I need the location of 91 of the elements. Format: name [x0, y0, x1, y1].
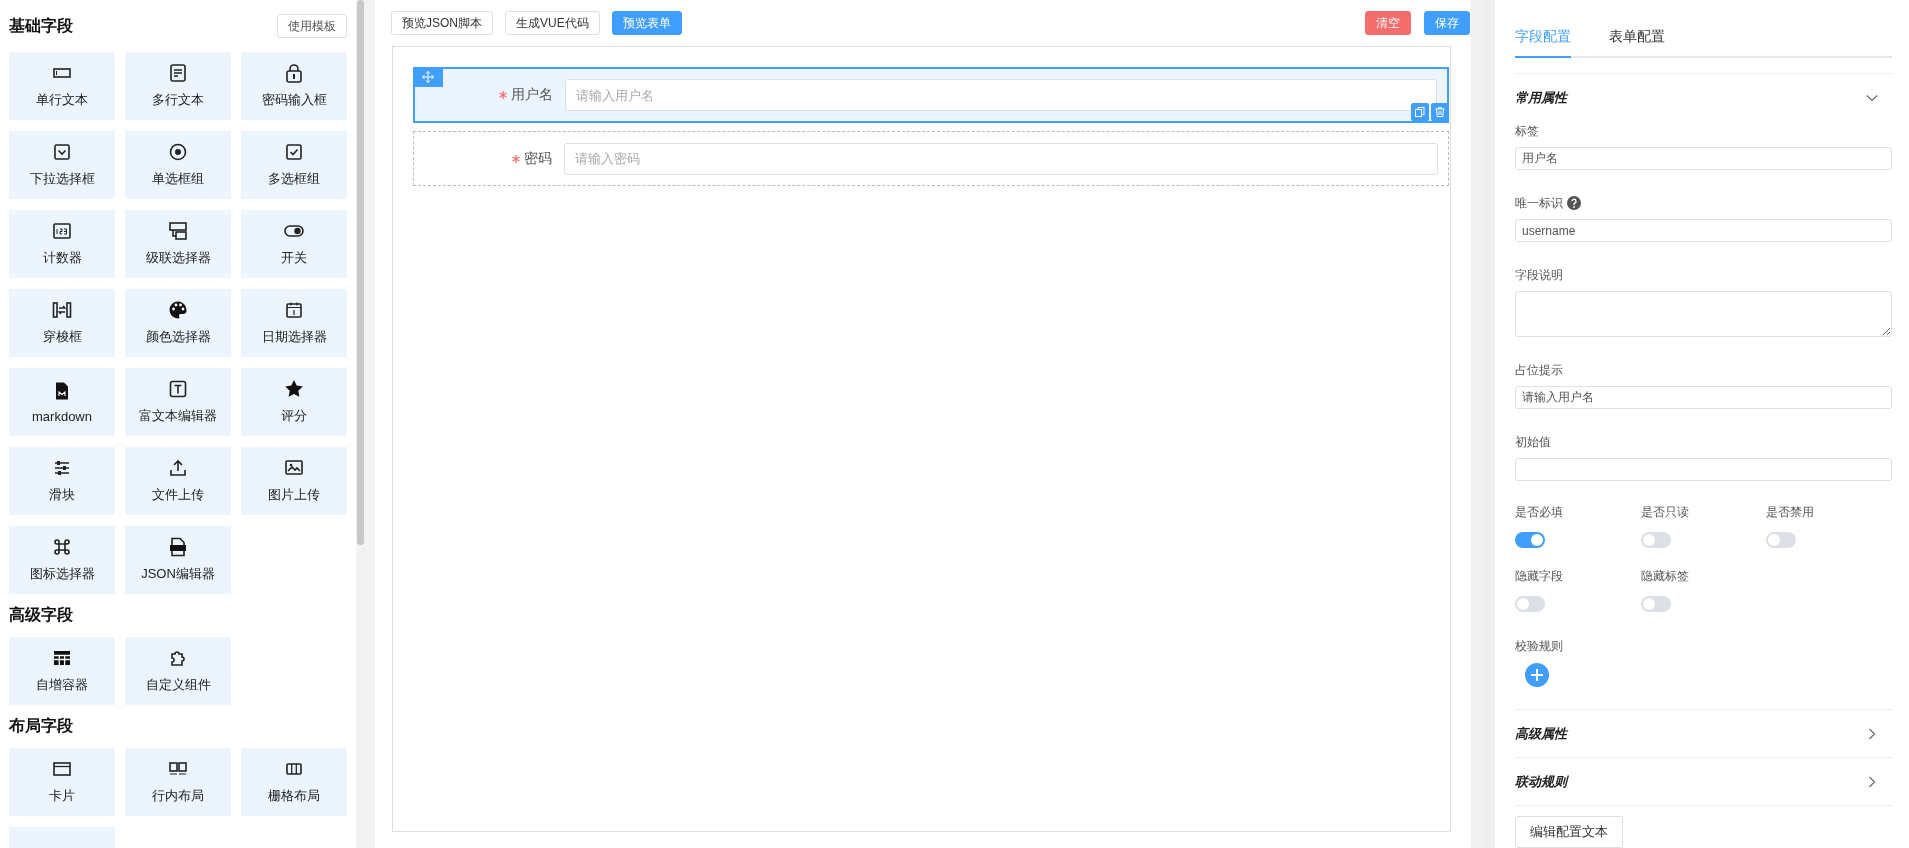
component-tile[interactable]: markdown: [9, 368, 115, 436]
section-title: 布局字段: [9, 716, 73, 736]
file-icon: [168, 537, 188, 557]
field-label: 标签: [1515, 122, 1539, 140]
tab[interactable]: 表单配置: [1609, 28, 1665, 58]
star-icon: [284, 379, 304, 399]
toggle-switch[interactable]: [1640, 596, 1671, 612]
component-tile[interactable]: 滑块: [9, 447, 115, 515]
component-tile[interactable]: 颜色选择器: [125, 289, 231, 357]
component-tile[interactable]: 密码输入框: [241, 52, 347, 120]
field-label: 唯一标识: [1515, 194, 1563, 212]
chevron-right-icon: [1866, 775, 1878, 788]
stacked-boxes-icon: [168, 221, 188, 241]
section-title: 高级字段: [9, 605, 73, 625]
number-box-icon: [52, 221, 72, 241]
switch-label: 隐藏标签: [1640, 568, 1689, 585]
component-tile[interactable]: 图片上传: [241, 447, 347, 515]
drag-handle[interactable]: [413, 67, 443, 87]
component-tile[interactable]: 卡片: [9, 748, 115, 816]
lock-icon: [284, 63, 304, 83]
switch-label: 隐藏字段: [1515, 568, 1563, 585]
edit-config-button[interactable]: 编辑配置文本: [1515, 816, 1623, 848]
toolbar-button[interactable]: 生成VUE代码: [505, 11, 600, 35]
calendar-icon: [284, 300, 304, 320]
use-template-button[interactable]: 使用模板: [277, 14, 347, 38]
collapse-header[interactable]: 常用属性: [1515, 74, 1892, 121]
component-tile[interactable]: 富文本编辑器: [125, 368, 231, 436]
component-tile[interactable]: 下拉选择框: [9, 131, 115, 199]
toggle-switch[interactable]: [1766, 532, 1797, 548]
component-tile[interactable]: 计数器: [9, 210, 115, 278]
scrollbar[interactable]: [357, 0, 364, 545]
letter-t-icon: [168, 379, 188, 399]
upload-icon: [168, 458, 188, 478]
field-label: 密码: [524, 149, 552, 168]
image-icon: [284, 458, 304, 478]
component-tile[interactable]: 单行文本: [9, 52, 115, 120]
document-icon: [168, 63, 188, 83]
component-tile[interactable]: 行内布局: [125, 748, 231, 816]
toggle-switch[interactable]: [1515, 532, 1545, 548]
switch-label: 是否必填: [1515, 504, 1563, 521]
form-item[interactable]: 用户名 请输入用户名: [413, 67, 1449, 123]
switch-label: 是否禁用: [1766, 504, 1815, 521]
text-input[interactable]: 用户名: [1515, 147, 1892, 170]
add-rule-button[interactable]: [1525, 663, 1549, 687]
component-tile[interactable]: 图标选择器: [9, 526, 115, 594]
palette-icon: [168, 300, 188, 320]
component-tile[interactable]: JSON编辑器: [125, 526, 231, 594]
component-tile[interactable]: 级联选择器: [125, 210, 231, 278]
text-input[interactable]: 请输入用户名: [565, 79, 1437, 111]
collapse-header[interactable]: 联动规则: [1515, 758, 1892, 805]
component-tile[interactable]: 评分: [241, 368, 347, 436]
transfer-arrows-icon: [52, 300, 72, 320]
field-label: 校验规则: [1515, 638, 1564, 655]
window-icon: [52, 759, 72, 779]
toggle-switch[interactable]: [1640, 532, 1671, 548]
switch-label: 是否只读: [1640, 504, 1689, 521]
component-tile[interactable]: 多选框组: [241, 131, 347, 199]
component-tile[interactable]: 文件上传: [125, 447, 231, 515]
component-tile[interactable]: 自定义组件: [125, 637, 231, 705]
table-grid-icon: [52, 648, 72, 668]
component-tile[interactable]: 日期选择器: [241, 289, 347, 357]
checkbox-icon: [284, 142, 304, 162]
text-area[interactable]: [1515, 291, 1892, 337]
plus-icon: [1531, 669, 1543, 681]
collapse-header[interactable]: 高级属性: [1515, 710, 1892, 757]
component-tile[interactable]: 多行文本: [125, 52, 231, 120]
command-icon: [52, 537, 72, 557]
component-tile[interactable]: 栅格布局: [241, 748, 347, 816]
toggle-switch[interactable]: [1515, 596, 1545, 612]
chevron-right-icon: [1866, 727, 1878, 740]
field-label: 初始值: [1515, 433, 1551, 451]
text-input[interactable]: 请输入密码: [564, 142, 1438, 175]
radio-icon: [168, 142, 188, 162]
dropdown-icon: [52, 142, 72, 162]
component-tile[interactable]: 开关: [241, 210, 347, 278]
trash-icon: [1435, 107, 1445, 117]
field-label: 占位提示: [1515, 361, 1563, 379]
puzzle-icon: [168, 648, 188, 668]
component-tile[interactable]: 单选框组: [125, 131, 231, 199]
text-input[interactable]: [1515, 458, 1892, 481]
field-label: 用户名: [511, 86, 553, 104]
text-input[interactable]: username: [1515, 219, 1892, 242]
move-icon: [422, 71, 434, 83]
component-tile[interactable]: 自增容器: [9, 637, 115, 705]
component-tile[interactable]: 穿梭框: [9, 289, 115, 357]
field-label: 字段说明: [1515, 266, 1563, 284]
toolbar-button[interactable]: 预览JSON脚本: [391, 11, 493, 35]
section-title: 基础字段: [9, 15, 73, 36]
sliders-icon: [52, 458, 72, 478]
form-item[interactable]: 密码 请输入密码: [413, 131, 1449, 186]
text-input[interactable]: 请输入用户名: [1515, 386, 1892, 409]
